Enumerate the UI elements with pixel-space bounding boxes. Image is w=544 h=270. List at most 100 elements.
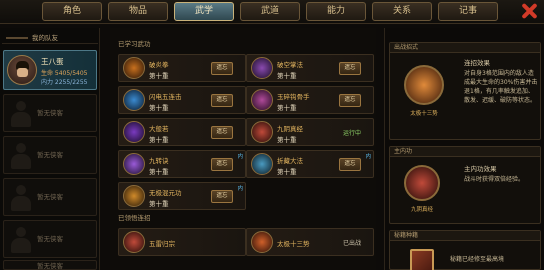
skill-slot[interactable]: 闪电五连击 第十重 遗忘 [118,86,246,114]
skill-slot[interactable]: 大般若 第十重 遗忘 [118,118,246,146]
forget-button[interactable]: 遗忘 [211,126,233,139]
slot-label: 暂无侠客 [37,193,63,201]
combo-icon [123,231,145,253]
combo-name: 太极十三势 [277,240,310,248]
internal-effect-desc: 战斗时获得双倍经验。 [464,176,525,183]
combo-detail-icon-name: 太极十三势 [410,111,438,117]
skill-level: 第十重 [277,72,297,80]
skill-icon [123,153,145,175]
skill-slot[interactable]: 九阴真经 第十重 运行中 [246,118,374,146]
skill-slot[interactable]: 破炎拳 第十重 遗忘 [118,54,246,82]
skill-slot[interactable]: 无极混元功 第十重 遗忘 内 [118,182,246,210]
close-icon[interactable] [518,0,540,22]
teammate-slot[interactable]: 暂无侠客 [3,260,97,270]
skill-icon [123,57,145,79]
skill-name: 九转诀 [149,157,169,165]
forget-button[interactable]: 遗忘 [211,62,233,75]
tab-martial-arts[interactable]: 武学 [174,2,234,21]
internal-art-icon-name: 九阴真经 [410,207,433,213]
tab-items[interactable]: 物品 [108,2,168,21]
combo-effect-label: 连招效果 [464,59,490,67]
skill-name: 闪电五连击 [149,93,182,101]
skill-name: 九阴真经 [277,125,303,133]
internal-art-header: 主内功 [390,147,540,157]
detail-panel: 出战招式 太极十三势 连招效果 对自身3格范围内的敌人造成最大生命的30%伤害并… [384,28,544,270]
skill-level: 第十重 [149,168,169,176]
teammate-slot[interactable]: 暂无侠客 [3,136,97,174]
hero-hp: 生命 5405/5405 [41,70,88,77]
internal-effect-label: 主内功效果 [464,165,497,173]
hero-card[interactable]: 王八蛋 生命 5405/5405 内力 2255/2255 [3,50,97,90]
forget-button[interactable]: 遗忘 [211,190,233,203]
silhouette-icon [7,141,35,171]
combo-section-title: 已领悟连招 [118,214,151,222]
slot-label: 暂无侠客 [37,235,63,243]
combo-name: 五雷归宗 [149,240,175,248]
skill-name: 玉碎钩骨手 [277,93,310,101]
silhouette-icon [7,99,35,129]
skill-slot[interactable]: 九转诀 第十重 遗忘 内 [118,150,246,178]
teammate-panel: 我的队友 王八蛋 生命 5405/5405 内力 2255/2255 暂无侠客 … [0,28,100,270]
combo-slot[interactable]: 太极十三势 已出战 [246,228,374,256]
skill-level: 第十重 [149,72,169,80]
manual-desc: 秘籍已经修至最高境 [450,256,505,263]
skill-level: 第十重 [277,104,297,112]
top-tab-bar: 角色 物品 武学 武道 能力 关系 记事 [0,0,544,24]
deployed-status: 已出战 [342,240,361,247]
forget-button[interactable]: 遗忘 [339,62,361,75]
skill-icon [123,89,145,111]
skill-icon [123,185,145,207]
combo-slot[interactable]: 五雷归宗 [118,228,246,256]
forget-button[interactable]: 遗忘 [211,158,233,171]
slot-label: 暂无侠客 [37,151,63,159]
hero-avatar [7,55,37,85]
skill-level: 第十重 [149,136,169,144]
tab-abilities[interactable]: 能力 [306,2,366,21]
skill-level: 第十重 [277,136,297,144]
teammate-header: 我的队友 [2,32,98,44]
skill-slot[interactable]: 折藏大法 第十重 遗忘 内 [246,150,374,178]
teammate-slot[interactable]: 暂无侠客 [3,178,97,216]
tab-relations[interactable]: 关系 [372,2,432,21]
slot-label: 暂无侠客 [37,109,63,117]
silhouette-icon [7,225,35,255]
skill-icon [123,121,145,143]
skill-name: 无极混元功 [149,189,182,197]
combo-effect-desc: 对自身3格范围内的敌人造成最大生命的30%伤害并击退1格，有几率触发追加、散发、… [464,70,538,104]
skill-icon [251,121,273,143]
combo-detail-icon [404,65,444,105]
forget-button[interactable]: 遗忘 [339,94,361,107]
skills-panel: 已学习武功 破炎拳 第十重 遗忘 破空掌法 第十重 遗忘 闪电五连击 第十重 遗… [110,28,376,270]
manual-section: 秘籍种籍 秘籍已经修至最高境 [389,230,541,270]
learned-section-title: 已学习武功 [118,40,151,48]
internal-tag: 内 [237,154,243,160]
internal-art-section: 主内功 九阴真经 主内功效果 战斗时获得双倍经验。 [389,146,541,224]
silhouette-icon [7,183,35,213]
header-ornament [6,37,28,39]
tab-martial-way[interactable]: 武道 [240,2,300,21]
forget-button[interactable]: 遗忘 [339,158,361,171]
skill-level: 第十重 [149,200,169,208]
skill-name: 折藏大法 [277,157,303,165]
teammate-slot[interactable]: 暂无侠客 [3,94,97,132]
skill-slot[interactable]: 玉碎钩骨手 第十重 遗忘 [246,86,374,114]
hero-name: 王八蛋 [41,57,64,66]
skill-icon [251,57,273,79]
slot-label: 暂无侠客 [37,262,63,270]
skill-level: 第十重 [277,168,297,176]
combo-icon [251,231,273,253]
combo-detail-header: 出战招式 [390,43,540,53]
teammate-header-label: 我的队友 [32,34,58,42]
skill-level: 第十重 [149,104,169,112]
skill-name: 破炎拳 [149,61,169,69]
skill-slot[interactable]: 破空掌法 第十重 遗忘 [246,54,374,82]
tab-journal[interactable]: 记事 [438,2,498,21]
teammate-slot[interactable]: 暂无侠客 [3,220,97,258]
skill-icon [251,89,273,111]
skill-name: 破空掌法 [277,61,303,69]
book-icon [410,249,434,270]
hero-mp: 内力 2255/2255 [41,79,88,86]
tab-character[interactable]: 角色 [42,2,102,21]
manual-header: 秘籍种籍 [390,231,540,241]
forget-button[interactable]: 遗忘 [211,94,233,107]
